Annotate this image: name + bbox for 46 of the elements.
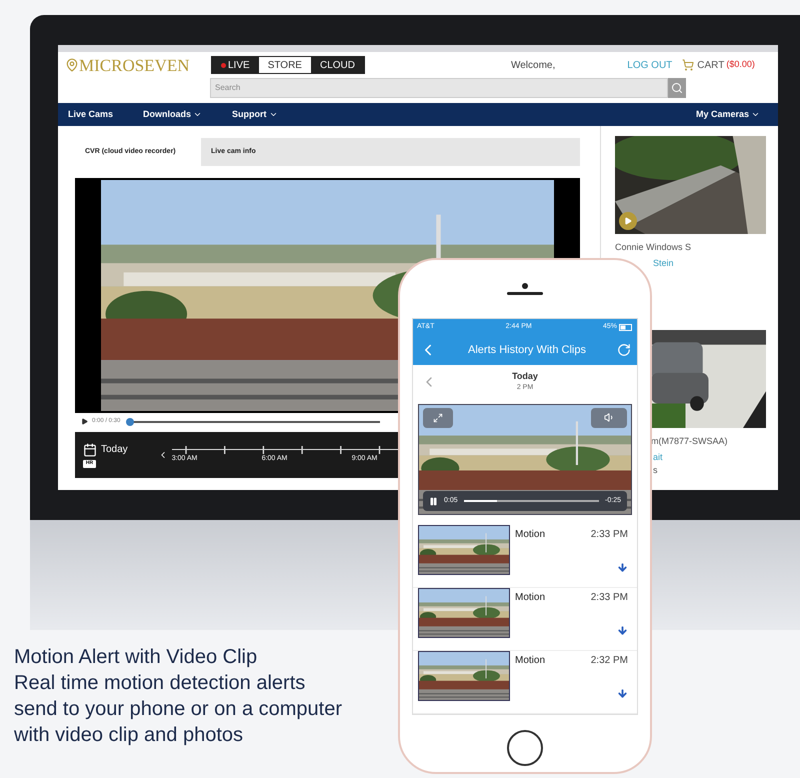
play-icon[interactable] [81, 418, 88, 425]
pause-icon[interactable] [429, 496, 438, 506]
refresh-icon[interactable] [617, 343, 631, 357]
chevron-down-icon [751, 110, 760, 119]
cart-label: CART [697, 58, 724, 72]
alert-time: 2:33 PM [590, 591, 628, 605]
cart-icon [682, 59, 694, 71]
progress-thumb[interactable] [126, 418, 134, 426]
calendar-icon[interactable] [83, 442, 97, 457]
download-icon[interactable] [617, 688, 628, 699]
nav-link[interactable]: Downloads [143, 108, 202, 122]
play-icon [624, 217, 632, 225]
caption-title: Motion Alert with Video Clip [14, 645, 258, 670]
camera-name: Connie Windows S [615, 241, 692, 254]
search-icon [671, 82, 683, 94]
alert-type: Motion [515, 591, 546, 605]
camera-name: m(M7877-SWSAA) [651, 435, 729, 448]
site-tab[interactable]: CLOUD [310, 57, 364, 73]
logo: MICROSEVEN [79, 56, 190, 74]
chevron-down-icon [193, 110, 202, 119]
camera-detail: s [653, 464, 658, 477]
alert-type: Motion [515, 528, 546, 542]
site-tab[interactable]: LIVE [212, 57, 259, 73]
speaker-icon [604, 412, 614, 424]
nav-link[interactable]: Support [232, 108, 278, 122]
nav-link[interactable]: Live Cams [68, 108, 114, 122]
nav-link[interactable]: My Cameras [696, 108, 760, 122]
cart-amount: ($0.00) [726, 58, 755, 72]
caption-text: Real time motion detection alerts send to your phone or on a computer with video clip and photos [14, 671, 343, 748]
chevron-down-icon [268, 110, 278, 119]
search-field[interactable]: Search [210, 78, 668, 98]
expand-icon [433, 412, 443, 423]
pin-icon [65, 58, 79, 72]
search-button[interactable] [668, 78, 686, 98]
alert-type: Motion [515, 654, 546, 668]
welcome-text: Welcome, [510, 58, 556, 72]
alert-time: 2:32 PM [590, 654, 628, 668]
search-input[interactable]: Search [211, 82, 667, 94]
home-button[interactable] [507, 730, 543, 766]
download-icon[interactable] [617, 562, 628, 573]
battery-icon [619, 324, 633, 330]
download-icon[interactable] [617, 625, 628, 636]
alert-time: 2:33 PM [590, 528, 628, 542]
volume-button[interactable] [591, 408, 627, 428]
fullscreen-button[interactable] [423, 408, 453, 428]
date-label: Today [101, 443, 128, 458]
